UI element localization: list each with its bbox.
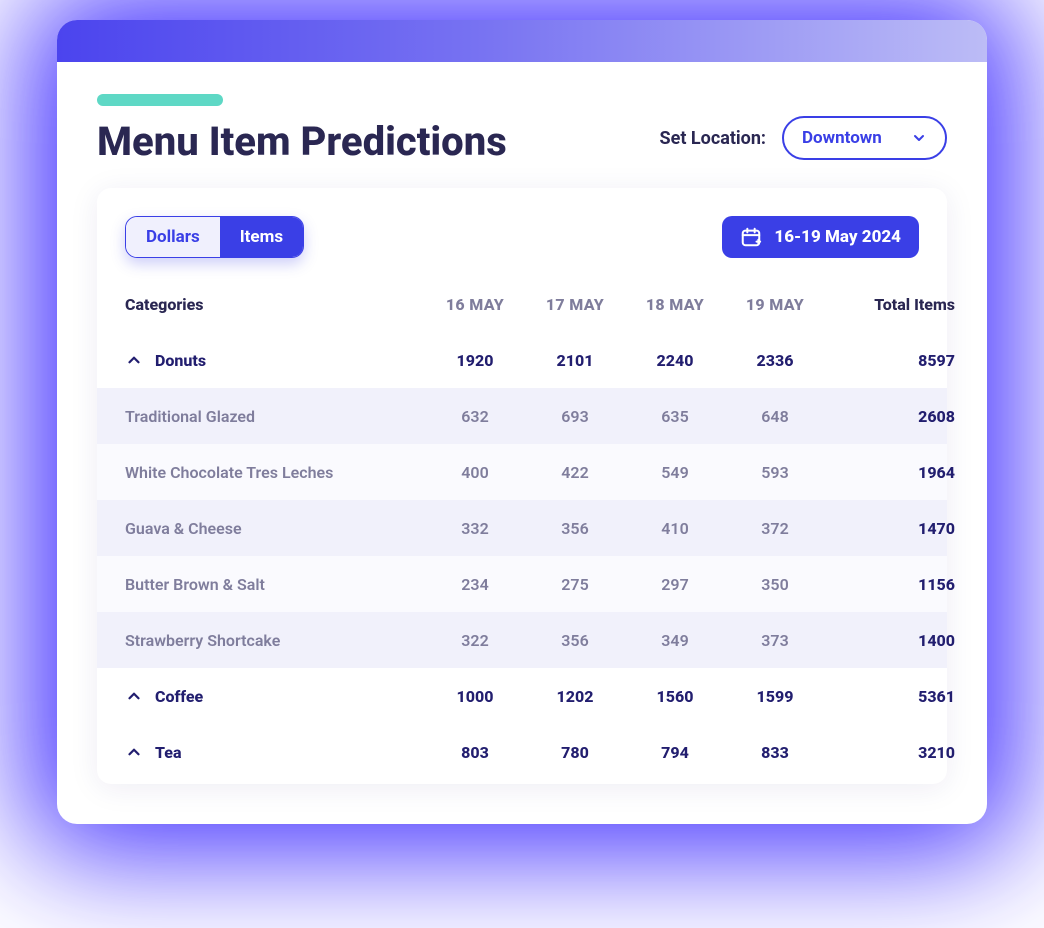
app-card: Menu Item Predictions Set Location: Down… [57,20,987,824]
col-date: 17 MAY [525,295,625,314]
cell-value: 410 [625,519,725,538]
category-row-tea[interactable]: Tea 803 780 794 833 3210 [97,724,947,780]
cell-value: 2336 [725,351,825,370]
chevron-up-icon [125,687,143,705]
cell-value: 332 [425,519,525,538]
item-name: Strawberry Shortcake [125,631,425,650]
cell-value: 2240 [625,351,725,370]
col-date: 19 MAY [725,295,825,314]
category-name: Coffee [155,687,203,706]
cell-value: 780 [525,743,625,762]
cell-value: 1202 [525,687,625,706]
cell-value: 356 [525,519,625,538]
cell-value: 632 [425,407,525,426]
calendar-add-icon [740,226,762,248]
cell-value: 1599 [725,687,825,706]
location-value: Downtown [802,128,882,148]
page-header: Menu Item Predictions Set Location: Down… [57,62,987,188]
cell-value: 356 [525,631,625,650]
cell-value: 234 [425,575,525,594]
cell-value: 373 [725,631,825,650]
col-categories: Categories [125,295,425,314]
cell-total: 1156 [825,575,955,594]
unit-toggle: Dollars Items [125,216,304,258]
location-select[interactable]: Downtown [782,116,947,160]
cell-value: 593 [725,463,825,482]
cell-value: 1560 [625,687,725,706]
cell-value: 297 [625,575,725,594]
category-row-donuts[interactable]: Donuts 1920 2101 2240 2336 8597 [97,332,947,388]
location-label: Set Location: [660,128,766,149]
table-row: Strawberry Shortcake 322 356 349 373 140… [97,612,947,668]
cell-total: 3210 [825,743,955,762]
category-name: Tea [155,743,182,762]
cell-value: 794 [625,743,725,762]
cell-value: 350 [725,575,825,594]
table-header-row: Categories 16 MAY 17 MAY 18 MAY 19 MAY T… [97,276,947,332]
chevron-down-icon [911,130,927,146]
cell-value: 1000 [425,687,525,706]
item-name: Butter Brown & Salt [125,575,425,594]
predictions-table: Categories 16 MAY 17 MAY 18 MAY 19 MAY T… [97,276,947,780]
cell-value: 693 [525,407,625,426]
cell-total: 1400 [825,631,955,650]
app-header-gradient [57,20,987,62]
cell-value: 400 [425,463,525,482]
cell-total: 1470 [825,519,955,538]
col-total: Total Items [825,295,955,314]
cell-total: 1964 [825,463,955,482]
cell-value: 635 [625,407,725,426]
cell-value: 648 [725,407,825,426]
cell-total: 8597 [825,351,955,370]
cell-value: 549 [625,463,725,482]
tab-items[interactable]: Items [220,217,303,257]
tab-dollars[interactable]: Dollars [126,217,220,257]
item-name: Guava & Cheese [125,519,425,538]
date-range-label: 16-19 May 2024 [774,227,901,247]
cell-value: 833 [725,743,825,762]
cell-total: 5361 [825,687,955,706]
cell-value: 422 [525,463,625,482]
table-row: Guava & Cheese 332 356 410 372 1470 [97,500,947,556]
date-range-button[interactable]: 16-19 May 2024 [722,216,919,258]
cell-value: 372 [725,519,825,538]
cell-value: 2101 [525,351,625,370]
category-row-coffee[interactable]: Coffee 1000 1202 1560 1599 5361 [97,668,947,724]
cell-total: 2608 [825,407,955,426]
table-row: Traditional Glazed 632 693 635 648 2608 [97,388,947,444]
table-row: Butter Brown & Salt 234 275 297 350 1156 [97,556,947,612]
chevron-up-icon [125,351,143,369]
cell-value: 322 [425,631,525,650]
table-row: White Chocolate Tres Leches 400 422 549 … [97,444,947,500]
chevron-up-icon [125,743,143,761]
page-title: Menu Item Predictions [97,120,507,164]
item-name: White Chocolate Tres Leches [125,463,425,482]
accent-bar [97,94,223,106]
cell-value: 1920 [425,351,525,370]
item-name: Traditional Glazed [125,407,425,426]
predictions-card: Dollars Items 16-19 May 2024 Categories … [97,188,947,784]
cell-value: 275 [525,575,625,594]
cell-value: 349 [625,631,725,650]
col-date: 16 MAY [425,295,525,314]
cell-value: 803 [425,743,525,762]
col-date: 18 MAY [625,295,725,314]
category-name: Donuts [155,351,206,370]
